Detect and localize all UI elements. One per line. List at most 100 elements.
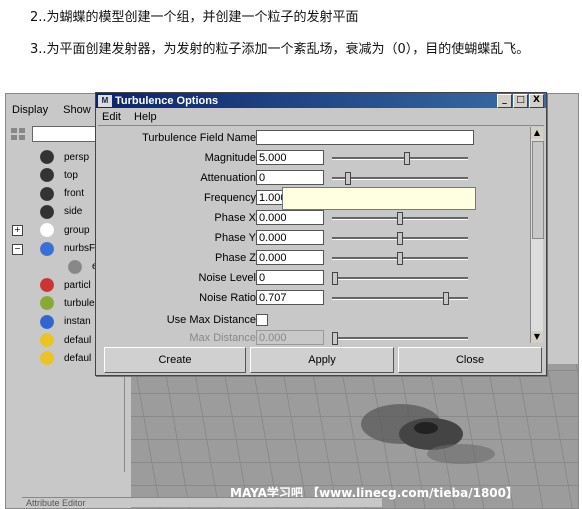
max-distance-label: Max Distance [189,332,256,344]
turbulence-icon [38,295,56,312]
tooltip-popup [282,187,476,210]
noise-ratio-slider-handle[interactable] [443,292,449,305]
phase-y-slider[interactable] [332,232,468,245]
outliner-filter-icon[interactable] [10,126,30,142]
row-phase-z: Phase Z 0.000 [96,249,526,267]
outliner-item[interactable]: defaul [38,331,91,349]
outliner-item[interactable]: front [38,185,84,203]
light-icon [38,350,56,367]
noise-level-label: Noise Level [198,272,256,284]
use-max-distance-checkbox[interactable] [256,314,268,326]
dialog-button-bar: Create Apply Close [96,347,546,373]
outliner-item[interactable]: persp [38,148,89,166]
dialog-titlebar[interactable]: M Turbulence Options _ □ X [96,93,546,108]
camera-icon [38,167,56,184]
close-button[interactable]: Close [398,347,542,373]
row-turbulence-field-name: Turbulence Field Name [96,129,526,147]
outliner-item[interactable]: top [38,166,78,184]
scroll-up-icon[interactable]: ▲ [531,127,543,139]
magnitude-label: Magnitude [204,152,256,164]
instruction-step2: 2..为蝴蝶的模型创建一个组，并创建一个粒子的发射平面 [30,10,359,25]
turbulence-options-dialog: M Turbulence Options _ □ X Edit Help Tur… [95,92,547,376]
max-distance-input[interactable]: 0.000 [256,330,324,345]
light-icon [38,332,56,348]
phase-y-slider-handle[interactable] [397,232,403,245]
menu-help[interactable]: Help [134,111,157,123]
phase-x-input[interactable]: 0.000 [256,210,324,225]
max-distance-slider[interactable] [332,332,468,345]
attenuation-slider[interactable] [332,172,468,185]
use-max-distance-label: Use Max Distance [166,314,256,326]
outliner-item[interactable]: group [38,221,90,239]
outliner-item-label: turbule [64,297,95,309]
outliner-item[interactable]: side [38,203,82,221]
phase-z-input[interactable]: 0.000 [256,250,324,265]
row-attenuation: Attenuation 0 [96,169,526,187]
row-noise-ratio: Noise Ratio 0.707 [96,289,526,307]
outliner-item-label: particl [64,279,91,291]
camera-icon [38,149,56,165]
outliner-item-label: persp [64,151,90,163]
menu-display[interactable]: Display [12,104,48,116]
menu-edit[interactable]: Edit [102,111,121,123]
scroll-down-icon[interactable]: ▼ [531,331,543,343]
row-phase-x: Phase X 0.000 [96,209,526,227]
nurbs-icon [38,240,56,257]
apply-button[interactable]: Apply [250,347,394,373]
create-button[interactable]: Create [104,347,246,373]
minimize-button[interactable]: _ [497,94,512,108]
expand-toggle-icon[interactable]: − [12,243,23,255]
outliner-item-label: defaul [64,334,92,346]
instancer-icon [38,313,56,330]
maya-logo-icon: M [98,94,112,107]
attenuation-input[interactable]: 0 [256,170,324,185]
outliner-item[interactable]: instan [38,313,91,331]
outliner-item[interactable]: defaul [38,349,91,367]
row-magnitude: Magnitude 5.000 [96,149,526,167]
noise-level-input[interactable]: 0 [256,270,324,285]
row-max-distance: Max Distance 0.000 [96,329,526,347]
dialog-menubar: Edit Help [102,111,167,123]
options-scrollbar[interactable]: ▲ ▼ [530,127,544,343]
phase-z-slider[interactable] [332,252,468,265]
noise-level-slider-handle[interactable] [332,272,338,285]
outliner-item[interactable]: turbule [38,294,95,312]
emitter-icon [66,258,84,275]
phase-y-input[interactable]: 0.000 [256,230,324,245]
magnitude-input[interactable]: 5.000 [256,150,324,165]
max-distance-slider-handle[interactable] [332,332,338,345]
phase-z-slider-handle[interactable] [397,252,403,265]
phase-x-slider[interactable] [332,212,468,225]
expand-toggle-icon[interactable]: + [12,225,23,237]
phase-y-label: Phase Y [214,232,256,244]
instruction-step3: 3..为平面创建发射器，为发射的粒子添加一个紊乱场，衰减为（0），目的使蝴蝶乱飞… [30,42,530,57]
attribute-editor-window: Attribute Editor [22,497,382,507]
outliner-item-label: instan [64,316,91,328]
attenuation-slider-handle[interactable] [345,172,351,185]
noise-level-slider[interactable] [332,272,468,285]
attenuation-label: Attenuation [200,172,256,184]
menu-divider [98,125,544,126]
dialog-title: Turbulence Options [115,94,219,107]
outliner-item-label: defaul [64,352,92,364]
noise-ratio-label: Noise Ratio [199,292,256,304]
particle-icon [38,277,56,294]
scroll-thumb[interactable] [532,141,544,239]
close-window-button[interactable]: X [529,94,544,108]
phase-x-label: Phase X [214,212,256,224]
frequency-label: Frequency [204,192,256,204]
camera-icon [38,185,56,202]
magnitude-slider[interactable] [332,152,468,165]
outliner-item-label: side [64,206,83,218]
outliner-item[interactable]: particl [38,276,91,294]
outliner-item-label: nurbsF [64,243,96,254]
maximize-button[interactable]: □ [513,94,528,108]
menu-show[interactable]: Show [63,104,91,116]
camera-icon [38,203,56,220]
outliner-item[interactable]: nurbsF [38,240,95,258]
noise-ratio-input[interactable]: 0.707 [256,290,324,305]
magnitude-slider-handle[interactable] [404,152,410,165]
phase-x-slider-handle[interactable] [397,212,403,225]
noise-ratio-slider[interactable] [332,292,468,305]
turbulence-field-name-input[interactable] [256,130,474,145]
